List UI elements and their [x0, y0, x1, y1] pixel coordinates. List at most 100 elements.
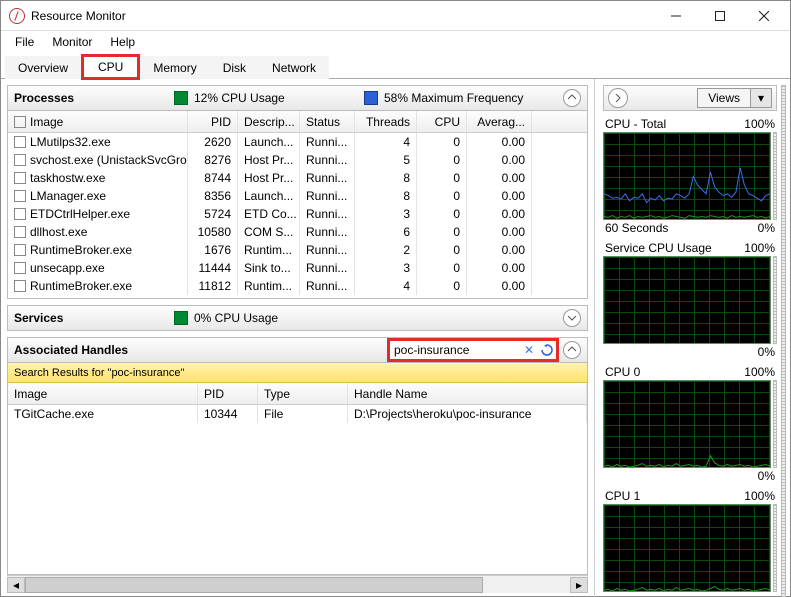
- collapse-handles-icon[interactable]: [563, 341, 581, 359]
- chart-foot-left: 60 Seconds: [605, 221, 668, 235]
- close-button[interactable]: [742, 2, 786, 30]
- row-checkbox[interactable]: [14, 172, 26, 184]
- handles-header[interactable]: Associated Handles ✕: [7, 337, 588, 363]
- chart-max: 100%: [744, 241, 775, 255]
- processes-header[interactable]: Processes 12% CPU Usage 58% Maximum Freq…: [7, 85, 588, 111]
- col-status[interactable]: Status: [300, 111, 355, 132]
- refresh-search-icon[interactable]: [538, 341, 556, 359]
- row-checkbox[interactable]: [14, 190, 26, 202]
- scroll-thumb[interactable]: [25, 577, 483, 593]
- table-row[interactable]: ETDCtrlHelper.exe 5724 ETD Co... Runni..…: [8, 205, 587, 223]
- handles-title: Associated Handles: [14, 343, 214, 357]
- chart-title: CPU - Total: [605, 117, 666, 131]
- menu-file[interactable]: File: [7, 33, 42, 51]
- horizontal-scrollbar[interactable]: ◂ ▸: [7, 575, 588, 593]
- col-image[interactable]: Image: [8, 111, 188, 132]
- chart-scale-icon: [773, 380, 777, 468]
- chart-title: Service CPU Usage: [605, 241, 712, 255]
- cpu-usage-spark-icon: [174, 91, 188, 105]
- app-icon: [9, 8, 25, 24]
- services-cpu-text: 0% CPU Usage: [194, 311, 278, 325]
- row-checkbox[interactable]: [14, 208, 26, 220]
- chart-foot-right: 0%: [758, 345, 775, 359]
- col-pid[interactable]: PID: [188, 111, 238, 132]
- table-row[interactable]: LMutilps32.exe 2620 Launch... Runni... 4…: [8, 133, 587, 151]
- chart-scale-icon: [773, 256, 777, 344]
- menubar: File Monitor Help: [1, 31, 790, 53]
- handles-search-input[interactable]: [390, 343, 520, 357]
- max-freq-spark-icon: [364, 91, 378, 105]
- chart-foot-right: 0%: [758, 221, 775, 235]
- menu-help[interactable]: Help: [102, 33, 143, 51]
- vertical-scrollbar[interactable]: [781, 85, 786, 597]
- chart-foot-right: 0%: [758, 469, 775, 483]
- tab-cpu[interactable]: CPU: [81, 54, 140, 80]
- chevron-down-icon: ▾: [750, 89, 771, 107]
- col-description[interactable]: Descrip...: [238, 111, 300, 132]
- left-pane: Processes 12% CPU Usage 58% Maximum Freq…: [1, 79, 595, 597]
- max-freq-text: 58% Maximum Frequency: [384, 91, 523, 105]
- select-all-checkbox[interactable]: [14, 116, 26, 128]
- chart-block: Service CPU Usage 100% 0%: [603, 241, 777, 359]
- right-pane-toolbar: Views ▾: [603, 85, 777, 111]
- window-title: Resource Monitor: [31, 9, 654, 23]
- handles-grid: Search Results for "poc-insurance" Image…: [7, 363, 588, 575]
- menu-monitor[interactable]: Monitor: [44, 33, 100, 51]
- table-row[interactable]: taskhostw.exe 8744 Host Pr... Runni... 8…: [8, 169, 587, 187]
- col-threads[interactable]: Threads: [355, 111, 417, 132]
- collapse-processes-icon[interactable]: [563, 89, 581, 107]
- row-checkbox[interactable]: [14, 280, 26, 292]
- table-row[interactable]: unsecapp.exe 11444 Sink to... Runni... 3…: [8, 259, 587, 277]
- chart-canvas: [603, 256, 771, 344]
- chart-nav-icon[interactable]: [608, 88, 628, 108]
- expand-services-icon[interactable]: [563, 309, 581, 327]
- chart-canvas: [603, 132, 771, 220]
- chart-scale-icon: [773, 504, 777, 592]
- right-pane: Views ▾ CPU - Total100% 60 Seconds0%Serv…: [595, 79, 790, 597]
- row-checkbox[interactable]: [14, 262, 26, 274]
- cpu-usage-text: 12% CPU Usage: [194, 91, 285, 105]
- hcol-pid[interactable]: PID: [198, 383, 258, 404]
- chart-block: CPU - Total 100% 60 Seconds 0%: [603, 117, 777, 235]
- row-checkbox[interactable]: [14, 244, 26, 256]
- scroll-right-icon[interactable]: ▸: [570, 577, 588, 593]
- tab-disk[interactable]: Disk: [210, 56, 259, 79]
- views-dropdown[interactable]: Views ▾: [697, 88, 772, 108]
- tab-overview[interactable]: Overview: [5, 56, 81, 79]
- chart-max: 100%: [744, 365, 775, 379]
- hcol-type[interactable]: Type: [258, 383, 348, 404]
- maximize-button[interactable]: [698, 2, 742, 30]
- table-row[interactable]: LManager.exe 8356 Launch... Runni... 8 0…: [8, 187, 587, 205]
- search-results-bar: Search Results for "poc-insurance": [8, 363, 587, 383]
- chart-max: 100%: [744, 117, 775, 131]
- chart-title: CPU 0: [605, 365, 640, 379]
- services-title: Services: [14, 311, 164, 325]
- processes-grid-header: Image PID Descrip... Status Threads CPU …: [8, 111, 587, 133]
- row-checkbox[interactable]: [14, 154, 26, 166]
- table-row[interactable]: RuntimeBroker.exe 1676 Runtim... Runni..…: [8, 241, 587, 259]
- chart-max: 100%: [744, 489, 775, 503]
- table-row[interactable]: RuntimeBroker.exe 11812 Runtim... Runni.…: [8, 277, 587, 295]
- hcol-handle-name[interactable]: Handle Name: [348, 383, 587, 404]
- processes-grid: Image PID Descrip... Status Threads CPU …: [7, 111, 588, 299]
- minimize-button[interactable]: [654, 2, 698, 30]
- chart-canvas: [603, 504, 771, 592]
- table-row[interactable]: dllhost.exe 10580 COM S... Runni... 6 0 …: [8, 223, 587, 241]
- clear-search-icon[interactable]: ✕: [520, 341, 538, 359]
- row-checkbox[interactable]: [14, 226, 26, 238]
- services-header[interactable]: Services 0% CPU Usage: [7, 305, 588, 331]
- chart-scale-icon: [773, 132, 777, 220]
- col-average[interactable]: Averag...: [467, 111, 532, 132]
- tab-network[interactable]: Network: [259, 56, 329, 79]
- processes-title: Processes: [14, 91, 164, 105]
- chart-block: CPU 1100%: [603, 489, 777, 593]
- table-row[interactable]: TGitCache.exe 10344 File D:\Projects\her…: [8, 405, 587, 423]
- scroll-left-icon[interactable]: ◂: [7, 577, 25, 593]
- tabbar: Overview CPU Memory Disk Network: [1, 53, 790, 79]
- row-checkbox[interactable]: [14, 136, 26, 148]
- hcol-image[interactable]: Image: [8, 383, 198, 404]
- col-cpu[interactable]: CPU: [417, 111, 467, 132]
- chart-block: CPU 0 100% 0%: [603, 365, 777, 483]
- table-row[interactable]: svchost.exe (UnistackSvcGro... 8276 Host…: [8, 151, 587, 169]
- tab-memory[interactable]: Memory: [140, 56, 209, 79]
